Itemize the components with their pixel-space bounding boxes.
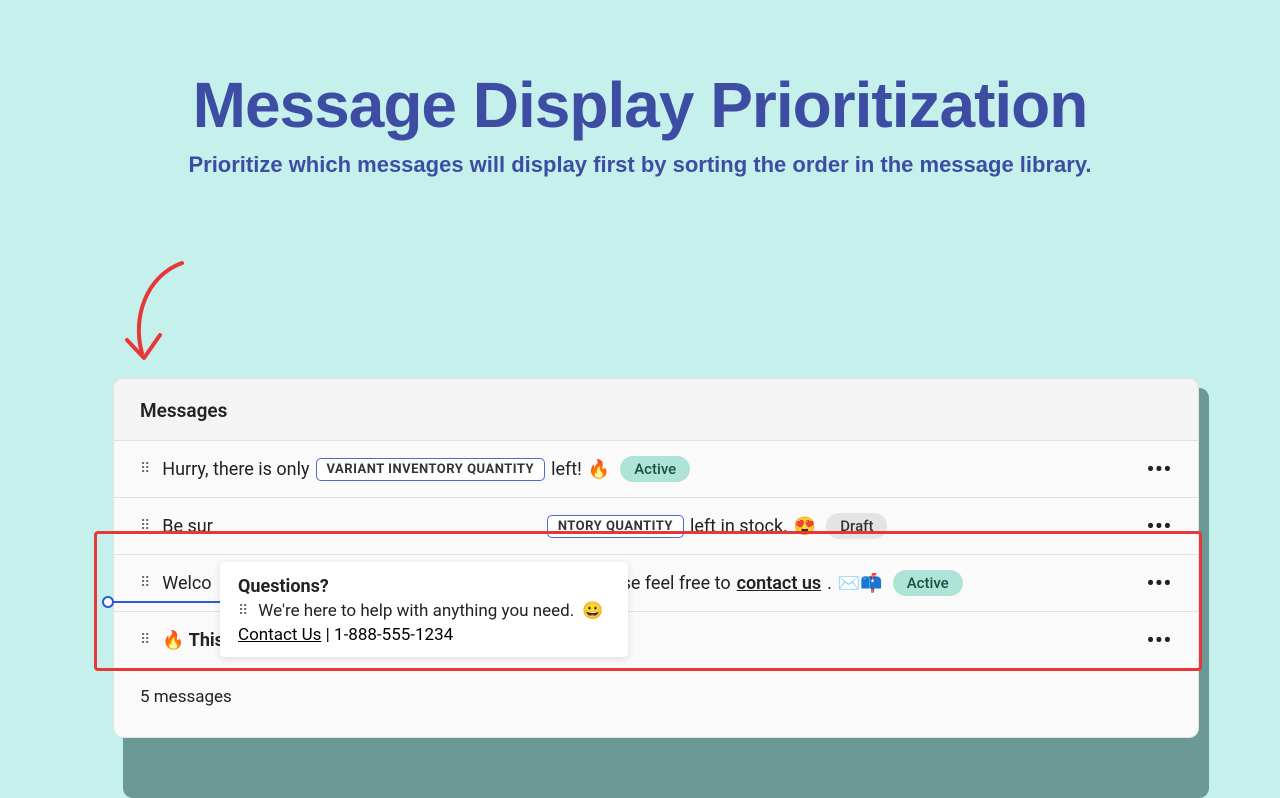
dragging-message-card[interactable]: Questions? ⠿ We're here to help with any… (220, 562, 628, 657)
heart-eyes-icon: 😍 (794, 516, 816, 537)
more-actions-button[interactable]: ••• (1147, 628, 1172, 652)
status-badge: Active (620, 456, 690, 482)
more-actions-button[interactable]: ••• (1147, 571, 1172, 595)
drop-indicator (108, 601, 224, 603)
drag-handle-icon[interactable]: ⠿ (140, 576, 150, 590)
phone-text: | 1-888-555-1234 (321, 625, 453, 645)
fire-icon: 🔥 (588, 459, 610, 480)
drag-handle-icon[interactable]: ⠿ (140, 633, 150, 647)
page-title: Message Display Prioritization (0, 68, 1280, 142)
message-text: Be sur NTORY QUANTITY left in stock. 😍 (162, 515, 816, 538)
floating-card-title: Questions? (238, 576, 610, 597)
contact-us-link[interactable]: contact us (737, 573, 822, 594)
message-row[interactable]: ⠿ Hurry, there is only VARIANT INVENTORY… (114, 440, 1198, 497)
status-badge: Active (893, 570, 963, 596)
mail-icon: ✉️📫 (838, 573, 883, 594)
drag-handle-icon[interactable]: ⠿ (238, 604, 248, 618)
message-text: Hurry, there is only VARIANT INVENTORY Q… (162, 458, 610, 481)
variable-tag: VARIANT INVENTORY QUANTITY (316, 458, 546, 481)
messages-panel: Messages ⠿ Hurry, there is only VARIANT … (113, 378, 1199, 738)
message-row[interactable]: ⠿ Be sur NTORY QUANTITY left in stock. 😍… (114, 497, 1198, 554)
more-actions-button[interactable]: ••• (1147, 514, 1172, 538)
floating-card-body: We're here to help with anything you nee… (258, 601, 574, 621)
drag-handle-icon[interactable]: ⠿ (140, 462, 150, 476)
annotation-arrow (102, 258, 202, 378)
more-actions-button[interactable]: ••• (1147, 457, 1172, 481)
contact-us-link[interactable]: Contact Us (238, 625, 321, 645)
messages-count: 5 messages (114, 668, 1198, 737)
smile-icon: 😀 (582, 601, 603, 621)
drag-handle-icon[interactable]: ⠿ (140, 519, 150, 533)
panel-title: Messages (114, 379, 1198, 440)
page-subtitle: Prioritize which messages will display f… (0, 152, 1280, 178)
status-badge: Draft (826, 513, 887, 539)
variable-tag: NTORY QUANTITY (547, 515, 684, 538)
